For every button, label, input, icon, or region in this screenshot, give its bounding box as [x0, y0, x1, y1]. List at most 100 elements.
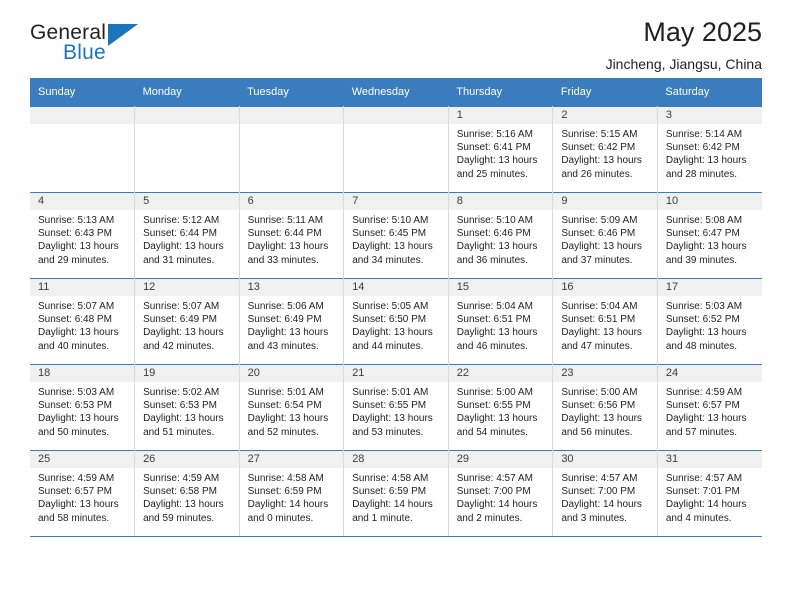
sunset-time: Sunset: 6:55 PM [456, 400, 531, 412]
day-details: Sunrise: 5:16 AM Sunset: 6:41 PM Daylight:… [449, 124, 553, 181]
calendar-day-cell[interactable]: 19 Sunrise: 5:02 AM Sunset: 6:53 PM Dayligh… [134, 364, 240, 451]
location-subtitle: Jincheng, Jiangsu, China [605, 56, 762, 72]
day-number: 24 [657, 365, 762, 382]
sunset-time: Sunset: 6:57 PM [665, 400, 740, 412]
daylight-duration-line1: Daylight: 14 hours [352, 499, 433, 511]
day-details: Sunrise: 5:04 AM Sunset: 6:51 PM Daylight:… [553, 296, 657, 353]
sunset-time: Sunset: 6:52 PM [665, 314, 740, 326]
calendar-day-cell[interactable]: 4 Sunrise: 5:13 AM Sunset: 6:43 PM Daylight… [30, 192, 136, 279]
calendar-day-cell[interactable]: 2 Sunrise: 5:15 AM Sunset: 6:42 PM Daylight… [552, 106, 658, 193]
sunrise-time: Sunrise: 5:12 AM [143, 215, 220, 226]
sunrise-time: Sunrise: 4:57 AM [456, 473, 533, 484]
daylight-duration-line1: Daylight: 14 hours [665, 499, 747, 511]
calendar-day-cell[interactable]: 27 Sunrise: 4:58 AM Sunset: 6:59 PM Dayligh… [239, 450, 345, 537]
sunrise-time: Sunrise: 5:07 AM [38, 301, 115, 312]
day-details: Sunrise: 4:57 AM Sunset: 7:01 PM Daylight:… [658, 468, 762, 525]
calendar-day-cell[interactable]: 3 Sunrise: 5:14 AM Sunset: 6:42 PM Daylight… [657, 106, 762, 193]
daylight-duration-line2: and 47 minutes. [561, 340, 633, 352]
calendar-day-cell[interactable]: 23 Sunrise: 5:00 AM Sunset: 6:56 PM Dayligh… [552, 364, 658, 451]
daylight-duration-line1: Daylight: 13 hours [561, 413, 642, 425]
day-number: 4 [30, 193, 135, 210]
sunrise-time: Sunrise: 5:08 AM [665, 215, 743, 226]
sunrise-time: Sunrise: 5:04 AM [561, 301, 638, 312]
calendar-day-cell[interactable]: 13 Sunrise: 5:06 AM Sunset: 6:49 PM Dayligh… [239, 278, 345, 365]
daylight-duration-line1: Daylight: 13 hours [143, 327, 224, 339]
calendar-day-cell[interactable]: 22 Sunrise: 5:00 AM Sunset: 6:55 PM Dayligh… [448, 364, 554, 451]
daylight-duration-line2: and 2 minutes. [456, 512, 523, 524]
day-details: Sunrise: 5:14 AM Sunset: 6:42 PM Daylight:… [658, 124, 762, 181]
sunset-time: Sunset: 7:00 PM [456, 486, 531, 498]
sunrise-time: Sunrise: 5:16 AM [456, 129, 533, 140]
sunset-time: Sunset: 6:49 PM [143, 314, 217, 326]
daylight-duration-line1: Daylight: 13 hours [561, 327, 642, 339]
day-details: Sunrise: 5:01 AM Sunset: 6:54 PM Daylight:… [240, 382, 344, 439]
daylight-duration-line2: and 59 minutes. [143, 512, 215, 524]
calendar-day-cell[interactable]: 30 Sunrise: 4:57 AM Sunset: 7:00 PM Dayligh… [552, 450, 658, 537]
calendar-day-cell[interactable]: 31 Sunrise: 4:57 AM Sunset: 7:01 PM Dayligh… [657, 450, 762, 537]
calendar-day-cell[interactable]: 21 Sunrise: 5:01 AM Sunset: 6:55 PM Dayligh… [343, 364, 449, 451]
sunrise-time: Sunrise: 4:57 AM [561, 473, 638, 484]
day-number: 6 [239, 193, 344, 210]
calendar-day-cell[interactable]: 17 Sunrise: 5:03 AM Sunset: 6:52 PM Dayligh… [657, 278, 762, 365]
sunset-time: Sunset: 6:46 PM [561, 228, 636, 240]
calendar-day-cell[interactable]: 28 Sunrise: 4:58 AM Sunset: 6:59 PM Dayligh… [343, 450, 449, 537]
day-number: 31 [657, 451, 762, 468]
daylight-duration-line2: and 53 minutes. [352, 426, 424, 438]
sunrise-time: Sunrise: 5:11 AM [247, 215, 324, 226]
day-details: Sunrise: 4:59 AM Sunset: 6:57 PM Daylight:… [658, 382, 762, 439]
day-number: 18 [30, 365, 135, 382]
calendar-day-cell[interactable]: 11 Sunrise: 5:07 AM Sunset: 6:48 PM Dayligh… [30, 278, 136, 365]
calendar-day-cell[interactable]: 1 Sunrise: 5:16 AM Sunset: 6:41 PM Daylight… [448, 106, 554, 193]
sunset-time: Sunset: 6:53 PM [143, 400, 217, 412]
day-number: 2 [553, 107, 657, 124]
calendar-day-cell[interactable]: 5 Sunrise: 5:12 AM Sunset: 6:44 PM Daylight… [134, 192, 240, 279]
sunrise-time: Sunrise: 5:04 AM [456, 301, 533, 312]
daylight-duration-line1: Daylight: 14 hours [247, 499, 329, 511]
daylight-duration-line2: and 39 minutes. [665, 254, 738, 266]
daylight-duration-line2: and 48 minutes. [665, 340, 738, 352]
daylight-duration-line1: Daylight: 13 hours [456, 327, 538, 339]
day-number: 15 [448, 279, 553, 296]
sunrise-time: Sunrise: 5:10 AM [456, 215, 533, 226]
calendar-day-cell[interactable]: 15 Sunrise: 5:04 AM Sunset: 6:51 PM Dayligh… [448, 278, 554, 365]
calendar-day-cell[interactable]: 26 Sunrise: 4:59 AM Sunset: 6:58 PM Dayligh… [134, 450, 240, 537]
daylight-duration-line2: and 4 minutes. [665, 512, 732, 524]
brand-logo[interactable]: General Blue [30, 22, 210, 74]
calendar-day-cell[interactable]: 24 Sunrise: 4:59 AM Sunset: 6:57 PM Dayligh… [657, 364, 762, 451]
day-number [135, 107, 239, 124]
daylight-duration-line2: and 0 minutes. [247, 512, 314, 524]
sunset-time: Sunset: 6:51 PM [561, 314, 636, 326]
sunrise-time: Sunrise: 5:13 AM [38, 215, 115, 226]
calendar-day-cell[interactable]: 10 Sunrise: 5:08 AM Sunset: 6:47 PM Dayligh… [657, 192, 762, 279]
daylight-duration-line1: Daylight: 13 hours [143, 413, 224, 425]
sunrise-time: Sunrise: 5:02 AM [143, 387, 220, 398]
daylight-duration-line1: Daylight: 13 hours [665, 327, 747, 339]
day-number: 27 [239, 451, 344, 468]
sunrise-time: Sunrise: 5:03 AM [38, 387, 115, 398]
calendar-day-cell[interactable]: 6 Sunrise: 5:11 AM Sunset: 6:44 PM Daylight… [239, 192, 345, 279]
calendar-day-cell[interactable]: 9 Sunrise: 5:09 AM Sunset: 6:46 PM Daylight… [552, 192, 658, 279]
day-number: 25 [30, 451, 135, 468]
day-details: Sunrise: 5:12 AM Sunset: 6:44 PM Daylight:… [135, 210, 239, 267]
day-details: Sunrise: 5:03 AM Sunset: 6:52 PM Daylight:… [658, 296, 762, 353]
day-details: Sunrise: 5:13 AM Sunset: 6:43 PM Daylight:… [30, 210, 134, 267]
calendar-day-cell[interactable]: 25 Sunrise: 4:59 AM Sunset: 6:57 PM Dayligh… [30, 450, 136, 537]
day-number: 16 [553, 279, 657, 296]
day-number: 22 [448, 365, 553, 382]
daylight-duration-line2: and 26 minutes. [561, 168, 633, 180]
calendar-day-cell[interactable]: 12 Sunrise: 5:07 AM Sunset: 6:49 PM Dayligh… [134, 278, 240, 365]
calendar-day-cell[interactable]: 29 Sunrise: 4:57 AM Sunset: 7:00 PM Dayligh… [448, 450, 554, 537]
daylight-duration-line2: and 28 minutes. [665, 168, 738, 180]
calendar-day-cell[interactable]: 20 Sunrise: 5:01 AM Sunset: 6:54 PM Dayligh… [239, 364, 345, 451]
calendar-day-cell[interactable]: 14 Sunrise: 5:05 AM Sunset: 6:50 PM Dayligh… [343, 278, 449, 365]
day-details: Sunrise: 5:02 AM Sunset: 6:53 PM Daylight:… [135, 382, 239, 439]
day-details: Sunrise: 4:59 AM Sunset: 6:57 PM Daylight:… [30, 468, 134, 525]
sunrise-time: Sunrise: 4:59 AM [143, 473, 220, 484]
calendar-day-cell[interactable]: 7 Sunrise: 5:10 AM Sunset: 6:45 PM Daylight… [343, 192, 449, 279]
sunrise-time: Sunrise: 4:58 AM [247, 473, 324, 484]
day-number [239, 107, 344, 124]
calendar-day-cell[interactable]: 8 Sunrise: 5:10 AM Sunset: 6:46 PM Daylight… [448, 192, 554, 279]
calendar-day-cell[interactable]: 16 Sunrise: 5:04 AM Sunset: 6:51 PM Dayligh… [552, 278, 658, 365]
day-details: Sunrise: 5:00 AM Sunset: 6:56 PM Daylight:… [553, 382, 657, 439]
calendar-day-cell[interactable]: 18 Sunrise: 5:03 AM Sunset: 6:53 PM Dayligh… [30, 364, 136, 451]
